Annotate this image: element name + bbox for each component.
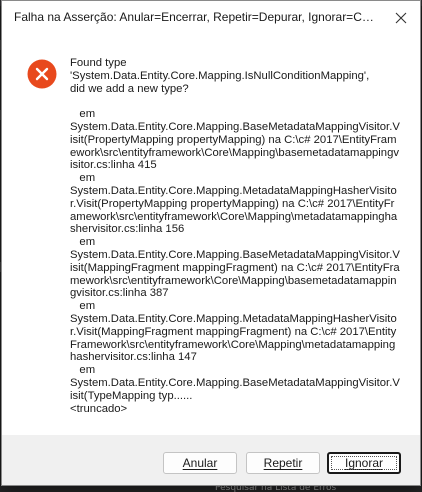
ide-status-strip (0, 486, 422, 492)
dialog-content: Found type 'System.Data.Entity.Core.Mapp… (2, 35, 420, 435)
assertion-dialog: Falha na Asserção: Anular=Encerrar, Repe… (1, 0, 421, 486)
close-icon (395, 12, 407, 24)
dialog-title: Falha na Asserção: Anular=Encerrar, Repe… (14, 10, 380, 24)
ignore-button[interactable]: Ignorar (327, 452, 401, 474)
abort-button[interactable]: Anular (163, 452, 237, 474)
close-button[interactable] (388, 5, 414, 31)
dialog-titlebar[interactable]: Falha na Asserção: Anular=Encerrar, Repe… (2, 1, 420, 35)
error-icon (27, 59, 57, 89)
dialog-footer: Anular Repetir Ignorar (2, 435, 420, 485)
assertion-message: Found type 'System.Data.Entity.Core.Mapp… (70, 57, 400, 415)
retry-button[interactable]: Repetir (246, 452, 320, 474)
